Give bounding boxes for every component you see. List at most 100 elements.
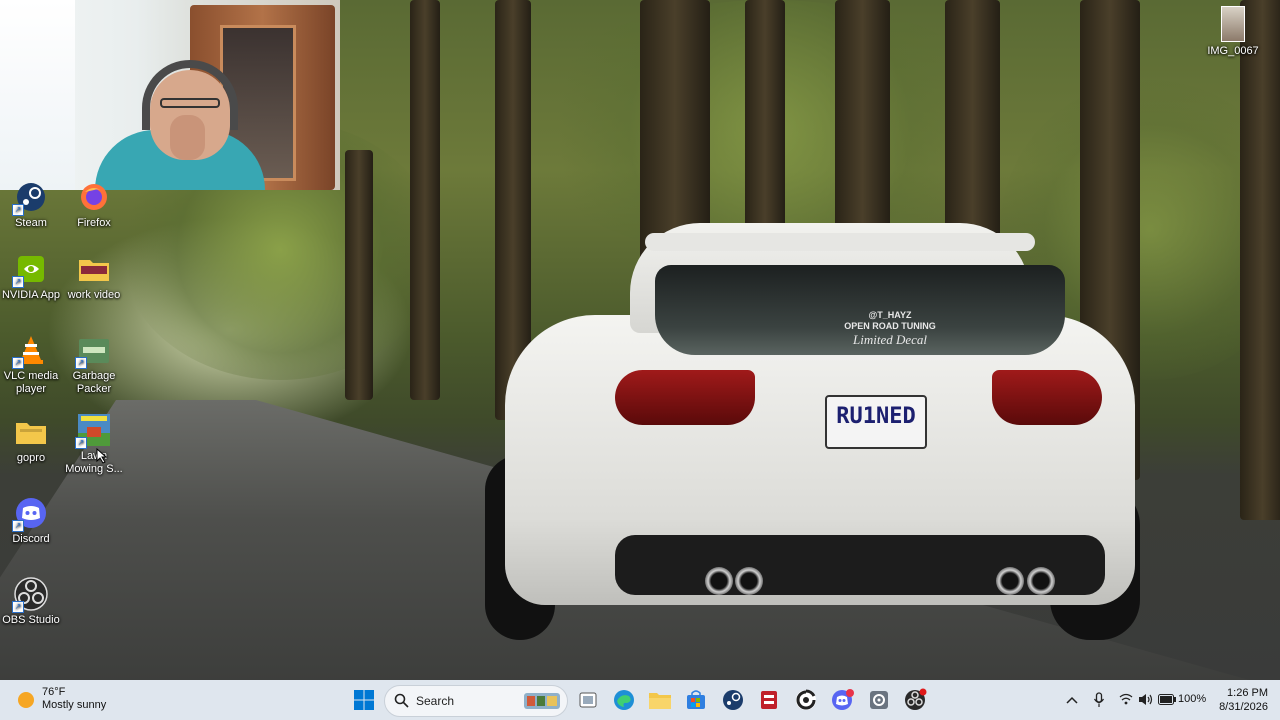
tree-trunk [345, 150, 373, 400]
obs-icon [905, 688, 927, 710]
vlc-icon: ↗ [12, 333, 48, 369]
nvidia-icon: ↗ [12, 252, 48, 288]
chevron-up-icon[interactable] [1066, 695, 1078, 705]
weather-desc: Mostly sunny [42, 699, 107, 711]
discord-icon: ↗ [12, 496, 48, 532]
game-icon: ↗ [75, 413, 111, 449]
shortcut-arrow-icon: ↗ [12, 204, 24, 216]
webcam-window-background [0, 0, 75, 190]
shortcut-arrow-icon: ↗ [12, 276, 24, 288]
desktop-icon-label: Firefox [77, 217, 111, 229]
game-icon [761, 691, 777, 709]
desktop-icon-gopro[interactable]: gopro [0, 415, 62, 465]
taskbar-game[interactable] [757, 688, 781, 712]
spoiler [645, 233, 1035, 251]
discord-icon [832, 689, 854, 710]
weather-temp: 76°F [42, 686, 66, 698]
decal-line2: OPEN ROAD TUNING [844, 321, 936, 331]
desktop-icon-firefox[interactable]: Firefox [63, 180, 125, 230]
desktop-icon-lawn-mowing[interactable]: ↗ Lawn Mowing S... [63, 413, 125, 476]
tail-light-left [615, 370, 755, 425]
wifi-icon[interactable] [1119, 693, 1133, 705]
sun-icon [18, 692, 34, 708]
taskbar-search-box[interactable]: Search [384, 685, 568, 717]
tree-trunk [745, 0, 785, 240]
webcam-overlay [0, 0, 340, 190]
taskbar: 76°F Mostly sunny Search 100% 1:26 PM 8/… [0, 680, 1280, 720]
obs-icon: ↗ [12, 577, 48, 613]
steam-icon [723, 690, 743, 710]
desktop-icon-label: Discord [12, 533, 50, 545]
steam-icon: ↗ [12, 180, 48, 216]
store-icon [687, 690, 705, 709]
decal-line3: Limited Decal [852, 332, 927, 347]
desktop-icon-label: NVIDIA App [1, 289, 61, 301]
exhaust-pipe [705, 567, 733, 595]
shortcut-arrow-icon: ↗ [75, 357, 87, 369]
start-button[interactable] [352, 688, 376, 712]
task-view-icon [579, 692, 597, 708]
desktop-icon-label: Steam [15, 217, 47, 229]
desktop-icon-label: gopro [16, 452, 46, 464]
tree-trunk [835, 0, 890, 230]
desktop-icon-label: Garbage Packer [72, 370, 116, 395]
folder-icon [77, 252, 111, 286]
search-label: Search [416, 694, 455, 708]
shortcut-arrow-icon: ↗ [12, 357, 24, 369]
exhaust-pipe [735, 567, 763, 595]
decal-line1: @T_HAYZ [868, 310, 912, 320]
shortcut-arrow-icon: ↗ [12, 601, 24, 613]
desktop-icon-work-video[interactable]: work video [63, 252, 125, 302]
desktop-icon-label: VLC media player [3, 370, 59, 395]
tail-light-right [992, 370, 1102, 425]
taskbar-chrome[interactable] [794, 688, 818, 712]
shortcut-arrow-icon: ↗ [12, 520, 24, 532]
window-decal: @T_HAYZ OPEN ROAD TUNING Limited Decal [790, 310, 990, 348]
edge-icon [614, 690, 634, 710]
desktop-icon-img-0067[interactable]: IMG_0067 [1202, 6, 1264, 58]
volume-icon[interactable] [1138, 693, 1153, 706]
search-highlight-icon [524, 693, 560, 709]
desktop-icon-obs-studio[interactable]: ↗ OBS Studio [0, 577, 62, 627]
battery-percentage: 100% [1178, 693, 1207, 705]
firefox-icon [77, 180, 111, 214]
webcam-person-hand [170, 115, 205, 160]
clock[interactable]: 1:26 PM 8/31/2026 [1212, 686, 1268, 714]
desktop-icon-steam[interactable]: ↗ Steam [0, 180, 62, 230]
microphone-icon[interactable] [1093, 692, 1105, 708]
image-file-icon [1221, 6, 1245, 42]
desktop-icon-label: OBS Studio [2, 614, 60, 626]
file-explorer-icon [649, 693, 671, 709]
game-icon: ↗ [75, 333, 111, 369]
taskbar-discord[interactable] [831, 688, 855, 712]
car-wallpaper: @T_HAYZ OPEN ROAD TUNING Limited Decal R… [480, 205, 1160, 645]
desktop-icon-label: IMG_0067 [1207, 45, 1259, 57]
taskbar-edge[interactable] [612, 688, 636, 712]
mouse-cursor-icon [96, 448, 108, 464]
battery-icon[interactable] [1158, 694, 1176, 705]
folder-icon [14, 415, 48, 449]
shortcut-arrow-icon: ↗ [75, 437, 87, 449]
chrome-icon [796, 689, 816, 710]
taskbar-file-explorer[interactable] [648, 688, 672, 712]
tree-trunk [1240, 0, 1280, 520]
desktop-icon-vlc[interactable]: ↗ VLC media player [0, 333, 62, 396]
search-icon [394, 693, 409, 708]
clock-time: 1:26 PM [1227, 687, 1268, 699]
desktop-icon-discord[interactable]: ↗ Discord [0, 496, 62, 546]
desktop-icon-label: Lawn Mowing S... [65, 450, 123, 475]
desktop-icon-label: work video [67, 289, 121, 301]
glasses [160, 98, 220, 108]
desktop-icon-nvidia-app[interactable]: ↗ NVIDIA App [0, 252, 62, 302]
desktop-icon-garbage-packer[interactable]: ↗ Garbage Packer [63, 333, 125, 396]
taskbar-steam[interactable] [721, 688, 745, 712]
taskbar-store[interactable] [684, 688, 708, 712]
clock-date: 8/31/2026 [1219, 701, 1268, 713]
tree-trunk [410, 0, 440, 400]
task-view-button[interactable] [576, 688, 600, 712]
exhaust-pipe [1027, 567, 1055, 595]
taskbar-obs[interactable] [904, 688, 928, 712]
taskbar-settings[interactable] [867, 688, 891, 712]
windows-logo-icon [354, 690, 374, 710]
license-plate: RU1NED [825, 395, 927, 449]
